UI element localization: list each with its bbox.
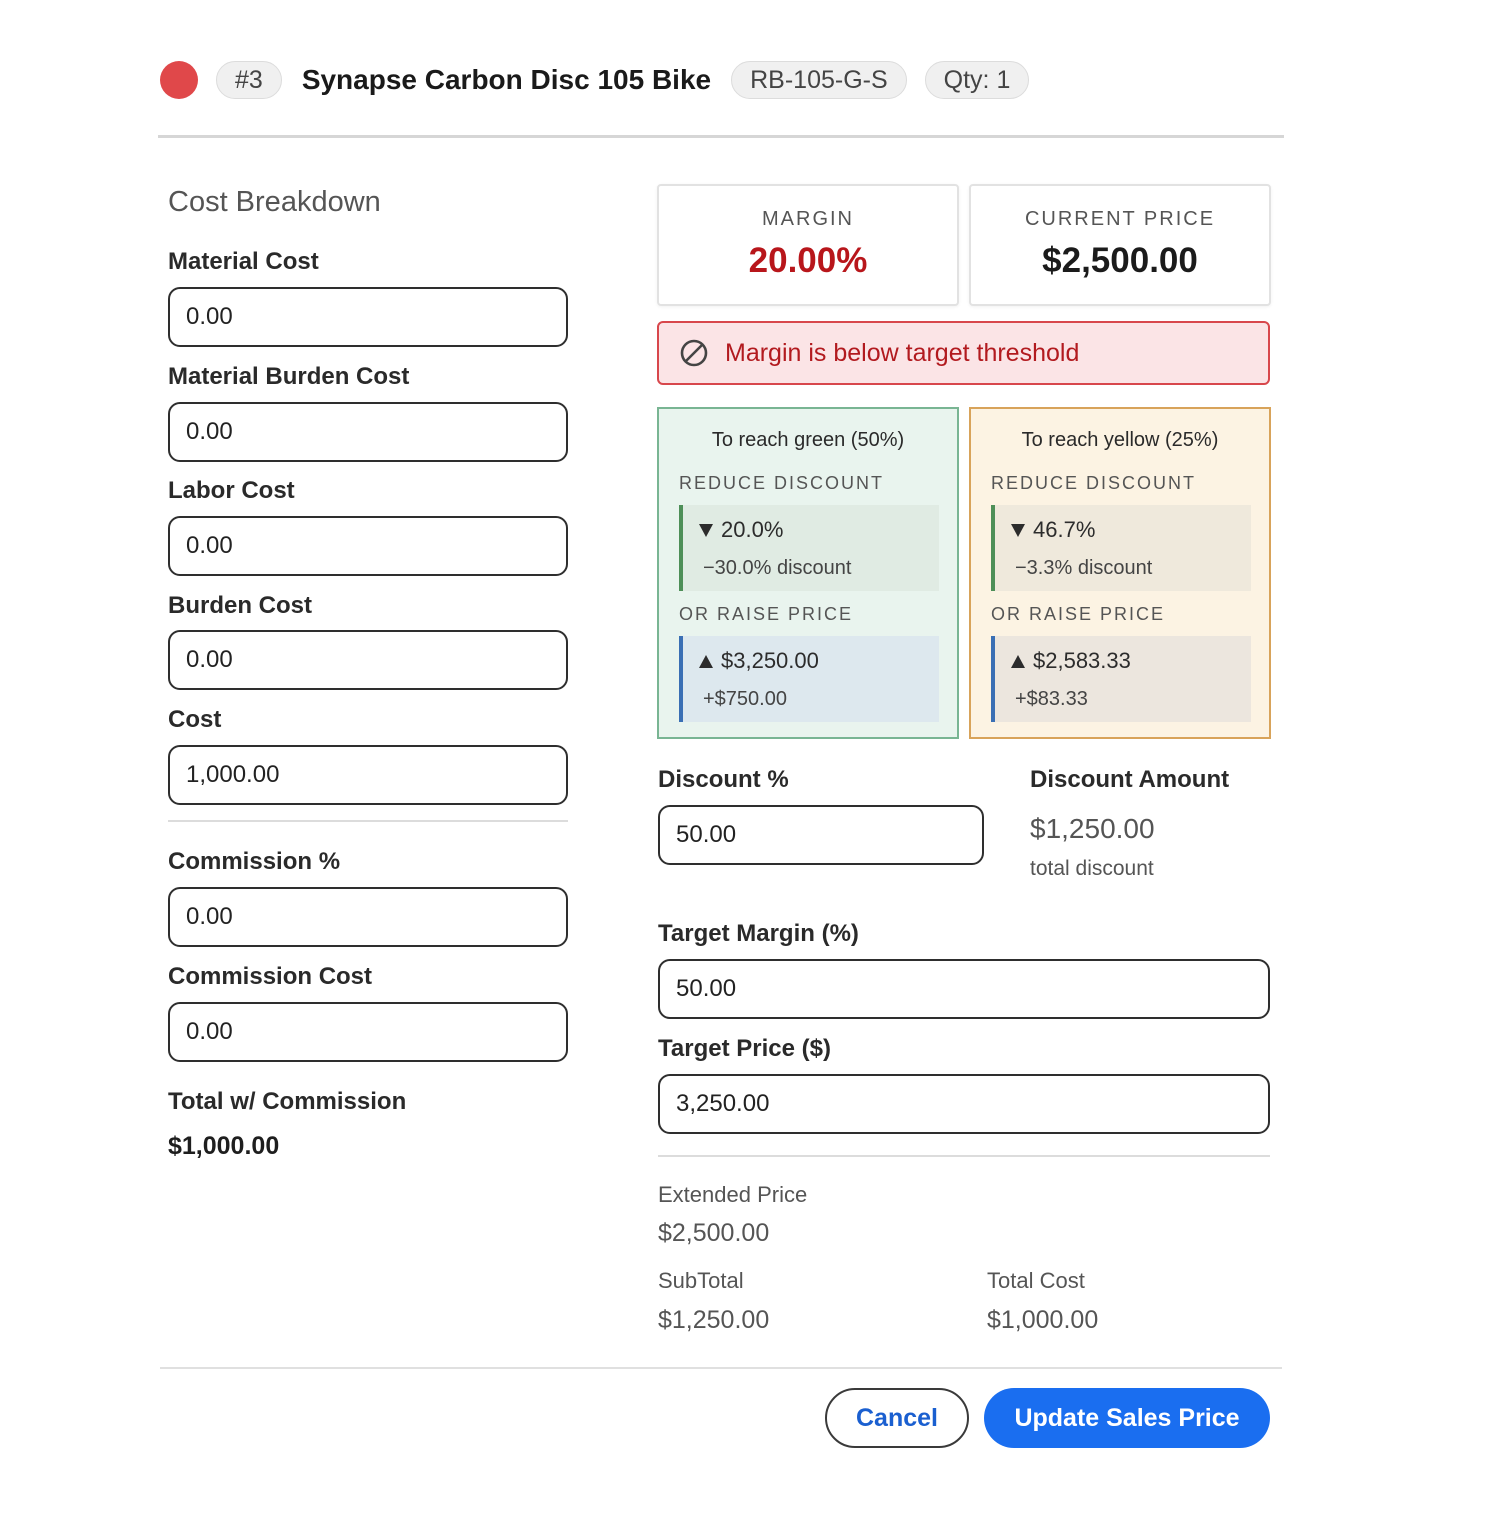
green-target-panel: To reach green (50%) REDUCE DISCOUNT 20.… bbox=[657, 407, 959, 739]
up-arrow-icon bbox=[699, 654, 713, 668]
target-price-label: Target Price ($) bbox=[658, 1035, 831, 1062]
yellow-target-panel: To reach yellow (25%) REDUCE DISCOUNT 46… bbox=[969, 407, 1271, 739]
alert-text: Margin is below target threshold bbox=[725, 338, 1080, 367]
cost-breakdown-title: Cost Breakdown bbox=[168, 186, 381, 218]
total-cost-label: Total Cost bbox=[987, 1268, 1085, 1293]
labor-cost-label: Labor Cost bbox=[168, 477, 295, 504]
green-raise-sub: +$750.00 bbox=[703, 688, 787, 710]
green-reduce-discount-chip[interactable]: 20.0% −30.0% discount bbox=[679, 505, 939, 591]
green-reduce-value: 20.0% bbox=[721, 517, 784, 542]
current-price-card: CURRENT PRICE $2,500.00 bbox=[969, 184, 1271, 306]
update-sales-price-button[interactable]: Update Sales Price bbox=[984, 1388, 1270, 1448]
prohibited-icon bbox=[680, 339, 708, 367]
total-commission-value: $1,000.00 bbox=[168, 1132, 280, 1160]
discount-percent-label: Discount % bbox=[658, 766, 789, 793]
discount-amount-label: Discount Amount bbox=[1030, 766, 1230, 793]
yellow-reduce-discount-chip[interactable]: 46.7% −3.3% discount bbox=[991, 505, 1251, 591]
down-arrow-icon bbox=[1011, 523, 1025, 537]
green-raise-value: $3,250.00 bbox=[721, 648, 819, 673]
yellow-raise-price-chip[interactable]: $2,583.33 +$83.33 bbox=[991, 636, 1251, 722]
discount-amount-note: total discount bbox=[1030, 857, 1154, 880]
extended-price-value: $2,500.00 bbox=[658, 1219, 770, 1247]
yellow-raise-value: $2,583.33 bbox=[1033, 648, 1131, 673]
footer-divider bbox=[160, 1367, 1282, 1369]
current-price-value: $2,500.00 bbox=[1042, 241, 1198, 280]
subtotal-label: SubTotal bbox=[658, 1268, 744, 1293]
discount-percent-input[interactable]: 50.00 bbox=[658, 805, 984, 865]
yellow-raise-sub: +$83.33 bbox=[1015, 688, 1088, 710]
green-reduce-sub: −30.0% discount bbox=[703, 557, 852, 579]
up-arrow-icon bbox=[1011, 654, 1025, 668]
discount-amount-value: $1,250.00 bbox=[1030, 813, 1155, 844]
margin-value: 20.00% bbox=[748, 241, 868, 280]
commission-cost-label: Commission Cost bbox=[168, 963, 373, 990]
item-title: Synapse Carbon Disc 105 Bike bbox=[301, 64, 712, 95]
green-target-title: To reach green (50%) bbox=[711, 429, 905, 451]
burden-cost-label: Burden Cost bbox=[168, 592, 312, 619]
total-cost-value: $1,000.00 bbox=[987, 1306, 1099, 1334]
subtotal-value: $1,250.00 bbox=[658, 1306, 770, 1334]
yellow-reduce-value: 46.7% bbox=[1033, 517, 1096, 542]
extended-price-label: Extended Price bbox=[658, 1182, 808, 1207]
labor-cost-input[interactable]: 0.00 bbox=[168, 516, 568, 576]
yellow-reduce-caption: REDUCE DISCOUNT bbox=[991, 473, 1197, 493]
material-burden-cost-label: Material Burden Cost bbox=[168, 363, 410, 390]
cancel-button[interactable]: Cancel bbox=[825, 1388, 969, 1448]
commission-cost-input[interactable]: 0.00 bbox=[168, 1002, 568, 1062]
left-divider bbox=[168, 820, 568, 822]
material-cost-label: Material Cost bbox=[168, 248, 319, 275]
yellow-target-title: To reach yellow (25%) bbox=[1021, 429, 1219, 451]
right-divider bbox=[658, 1155, 1270, 1157]
header-divider bbox=[158, 135, 1284, 138]
target-margin-input[interactable]: 50.00 bbox=[658, 959, 1270, 1019]
material-burden-cost-input[interactable]: 0.00 bbox=[168, 402, 568, 462]
margin-alert: Margin is below target threshold bbox=[657, 321, 1270, 385]
target-price-input[interactable]: 3,250.00 bbox=[658, 1074, 1270, 1134]
line-number-badge: #3 bbox=[216, 61, 282, 99]
commission-percent-label: Commission % bbox=[168, 848, 341, 875]
cost-label: Cost bbox=[168, 706, 222, 733]
material-cost-input[interactable]: 0.00 bbox=[168, 287, 568, 347]
green-raise-caption: OR RAISE PRICE bbox=[679, 604, 854, 624]
item-header: #3 Synapse Carbon Disc 105 Bike RB-105-G… bbox=[160, 58, 1030, 102]
green-raise-price-chip[interactable]: $3,250.00 +$750.00 bbox=[679, 636, 939, 722]
qty-badge: Qty: 1 bbox=[924, 61, 1030, 99]
cost-input[interactable]: 1,000.00 bbox=[168, 745, 568, 805]
margin-label: MARGIN bbox=[762, 208, 854, 230]
status-indicator bbox=[160, 61, 198, 99]
sku-badge: RB-105-G-S bbox=[731, 61, 907, 99]
green-reduce-caption: REDUCE DISCOUNT bbox=[679, 473, 885, 493]
burden-cost-input[interactable]: 0.00 bbox=[168, 630, 568, 690]
target-margin-label: Target Margin (%) bbox=[658, 920, 859, 947]
total-commission-label: Total w/ Commission bbox=[168, 1088, 407, 1115]
yellow-raise-caption: OR RAISE PRICE bbox=[991, 604, 1166, 624]
yellow-reduce-sub: −3.3% discount bbox=[1015, 557, 1153, 579]
down-arrow-icon bbox=[699, 523, 713, 537]
commission-percent-input[interactable]: 0.00 bbox=[168, 887, 568, 947]
margin-card: MARGIN 20.00% bbox=[657, 184, 959, 306]
current-price-label: CURRENT PRICE bbox=[1024, 208, 1216, 230]
